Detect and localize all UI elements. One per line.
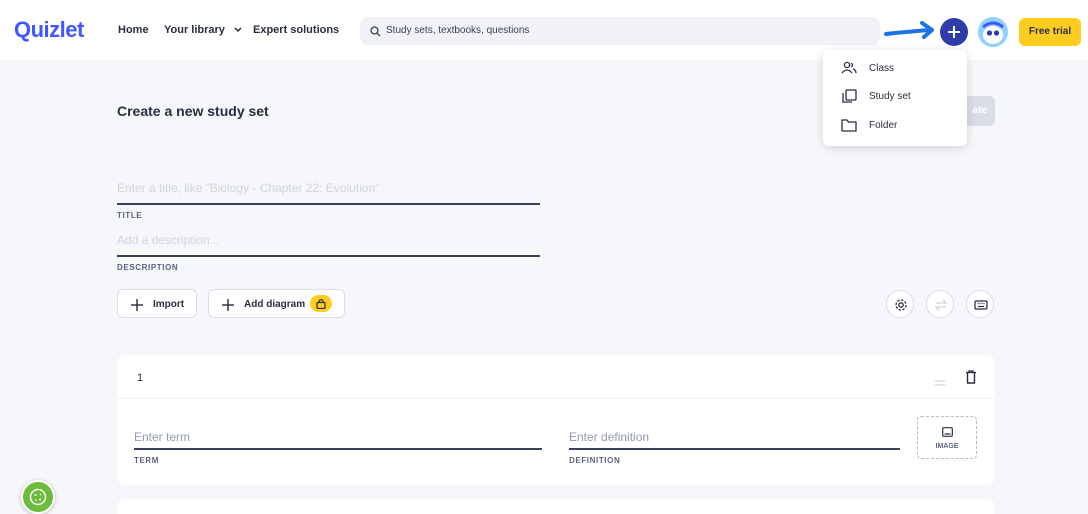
description-field[interactable]: Add a description... DESCRIPTION [117,233,540,272]
term-card-next [117,499,995,514]
menu-item-study-set[interactable]: Study set [841,87,961,107]
card-header: 1 [117,355,995,399]
study-set-icon [841,89,857,108]
description-label: DESCRIPTION [117,263,179,272]
lock-icon [316,298,326,309]
definition-field[interactable]: Enter definition DEFINITION [569,430,900,465]
plus-icon [948,26,960,38]
drag-handle-icon[interactable] [934,374,946,392]
keyboard-shortcuts-button[interactable] [966,290,994,318]
cookie-icon [29,488,47,506]
create-dropdown-menu: Class Study set Folder [823,50,967,146]
title-input[interactable]: Enter a title, like “Biology - Chapter 2… [117,181,540,205]
search-placeholder: Study sets, textbooks, questions [386,25,530,36]
menu-item-label: Folder [869,120,898,131]
create-plus-button[interactable] [940,18,968,46]
cookie-settings-button[interactable] [21,480,55,514]
menu-item-folder[interactable]: Folder [841,116,961,136]
import-label: Import [153,299,185,310]
card-number: 1 [137,372,144,384]
chevron-down-icon [234,24,242,36]
search-input[interactable]: Study sets, textbooks, questions [360,17,880,45]
nav-home-link[interactable]: Home [118,24,149,36]
class-icon [841,61,857,80]
add-diagram-button[interactable]: Add diagram [208,289,345,318]
folder-icon [841,118,857,137]
definition-label: DEFINITION [569,456,621,465]
import-button[interactable]: Import [117,289,197,318]
term-card: 1 Enter term TERM Enter definition DEFIN… [117,355,995,485]
plus-icon [222,299,234,311]
title-field[interactable]: Enter a title, like “Biology - Chapter 2… [117,181,540,220]
term-input[interactable]: Enter term [134,430,542,450]
term-field[interactable]: Enter term TERM [134,430,542,465]
nav-expert-solutions-link[interactable]: Expert solutions [253,24,339,36]
lock-badge [310,295,332,312]
add-diagram-label: Add diagram [244,299,306,310]
search-icon [370,24,381,42]
annotation-arrow-icon [884,21,936,46]
add-image-button[interactable]: IMAGE [917,416,977,459]
menu-item-class[interactable]: Class [841,59,961,79]
nav-library-link[interactable]: Your library [164,24,242,36]
keyboard-icon [974,300,988,310]
avatar-icon [978,17,1008,47]
definition-input[interactable]: Enter definition [569,430,900,450]
plus-icon [131,299,143,311]
title-label: TITLE [117,211,143,220]
nav-library-label: Your library [164,24,225,36]
menu-item-label: Class [869,63,895,74]
free-trial-button[interactable]: Free trial [1019,18,1081,46]
trash-icon[interactable] [965,370,977,389]
menu-item-label: Study set [869,91,911,102]
description-input[interactable]: Add a description... [117,233,540,257]
swap-icon [934,299,948,311]
image-label: IMAGE [935,443,959,450]
gear-icon [895,299,907,311]
image-icon [942,427,953,437]
avatar[interactable] [978,17,1008,47]
page-title: Create a new study set [117,103,269,119]
swap-terms-button[interactable] [926,290,954,318]
term-label: TERM [134,456,160,465]
settings-button[interactable] [886,290,914,318]
quizlet-logo[interactable]: Quizlet [14,17,84,43]
